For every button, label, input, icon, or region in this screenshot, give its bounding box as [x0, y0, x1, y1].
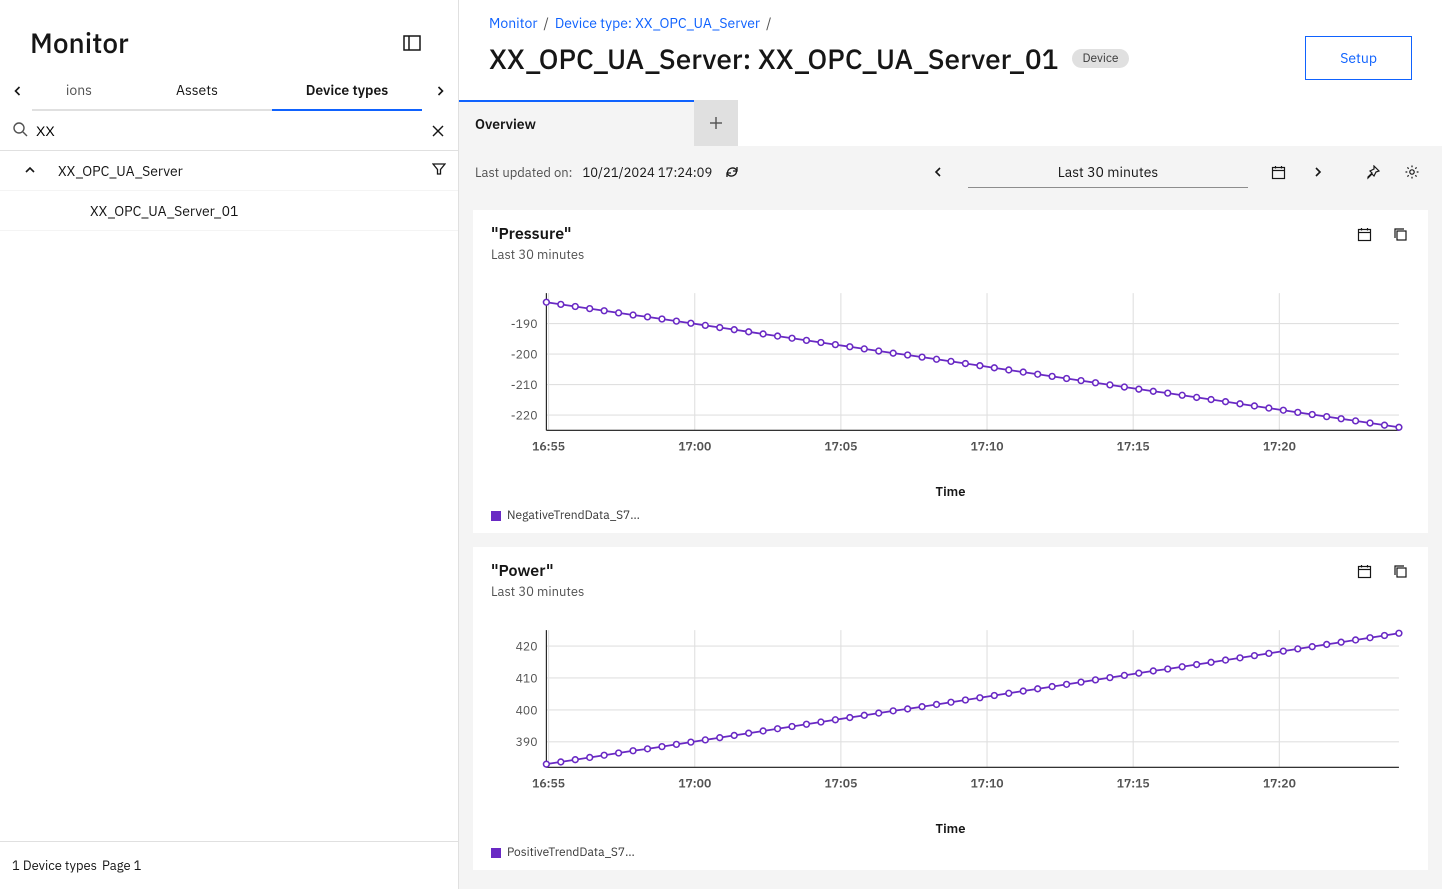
range-next-icon[interactable] [1308, 162, 1328, 182]
toolbar: Last updated on: 10/21/2024 17:24:09 Las… [459, 146, 1442, 198]
tree-child-row[interactable]: XX_OPC_UA_Server_01 [0, 191, 458, 231]
legend-swatch [491, 511, 501, 521]
crumb-device-type[interactable]: Device type: XX_OPC_UA_Server [555, 14, 760, 32]
svg-text:410: 410 [516, 671, 538, 686]
main-content: Monitor / Device type: XX_OPC_UA_Server … [459, 0, 1442, 889]
svg-text:16:55: 16:55 [532, 776, 565, 791]
card-sub-power: Last 30 minutes [491, 583, 584, 600]
svg-text:-210: -210 [511, 378, 538, 393]
content-tab-overview[interactable]: Overview [459, 100, 694, 146]
card-calendar-icon[interactable] [1354, 561, 1374, 581]
legend-label: NegativeTrendData_S7… [507, 508, 640, 523]
legend-label: PositiveTrendData_S7… [507, 845, 635, 860]
svg-text:17:00: 17:00 [678, 776, 711, 791]
card-expand-icon[interactable] [1390, 224, 1410, 244]
pin-icon[interactable] [1362, 162, 1382, 182]
svg-text:17:20: 17:20 [1263, 439, 1296, 454]
tab-partial-previous[interactable]: ions [32, 71, 122, 111]
svg-text:17:00: 17:00 [678, 439, 711, 454]
card-calendar-icon[interactable] [1354, 224, 1374, 244]
search-input[interactable] [28, 123, 428, 139]
setup-button[interactable]: Setup [1305, 36, 1412, 80]
chart-pressure: -190 -200 -210 -220 16:55 17:00 17:05 17:10 17:1… [491, 275, 1410, 475]
footer-count: 1 Device types [12, 858, 102, 874]
svg-text:16:55: 16:55 [532, 439, 565, 454]
card-expand-icon[interactable] [1390, 561, 1410, 581]
page-title: XX_OPC_UA_Server: XX_OPC_UA_Server_01 [489, 40, 1058, 77]
footer-page: Page 1 [102, 857, 141, 874]
chart-xlabel-pressure: Time [491, 483, 1410, 500]
tree-parent-row[interactable]: XX_OPC_UA_Server [0, 151, 458, 191]
svg-text:-190: -190 [511, 317, 538, 332]
tabs-scroll-right[interactable] [426, 71, 454, 111]
search-icon [12, 121, 28, 141]
device-tag: Device [1072, 49, 1128, 68]
svg-text:17:15: 17:15 [1117, 439, 1150, 454]
svg-text:400: 400 [516, 703, 538, 718]
card-title-pressure: "Pressure" [491, 224, 584, 244]
card-title-power: "Power" [491, 561, 584, 581]
tab-assets[interactable]: Assets [122, 71, 272, 111]
tree-child-label: XX_OPC_UA_Server_01 [90, 202, 238, 220]
refresh-icon[interactable] [722, 162, 742, 182]
svg-text:-200: -200 [511, 348, 538, 363]
crumb-sep: / [544, 14, 549, 32]
chart-xlabel-power: Time [491, 820, 1410, 837]
chevron-up-icon [24, 162, 40, 180]
settings-icon[interactable] [1402, 162, 1422, 182]
chart-legend-pressure: NegativeTrendData_S7… [491, 508, 1410, 523]
svg-text:-220: -220 [511, 409, 538, 424]
svg-text:17:10: 17:10 [971, 439, 1004, 454]
range-prev-icon[interactable] [928, 162, 948, 182]
tab-device-types[interactable]: Device types [272, 71, 422, 111]
svg-text:17:05: 17:05 [824, 439, 857, 454]
svg-text:17:05: 17:05 [824, 776, 857, 791]
sidebar-footer: 1 Device types Page 1 [0, 841, 458, 889]
svg-text:390: 390 [516, 735, 538, 750]
add-tab-button[interactable] [694, 100, 738, 146]
svg-text:17:10: 17:10 [971, 776, 1004, 791]
legend-swatch [491, 848, 501, 858]
svg-text:17:20: 17:20 [1263, 776, 1296, 791]
svg-text:17:15: 17:15 [1117, 776, 1150, 791]
card-sub-pressure: Last 30 minutes [491, 246, 584, 263]
calendar-icon[interactable] [1268, 162, 1288, 182]
card-power: "Power" Last 30 minutes 390 400 410 420 16:5… [473, 547, 1428, 870]
sidebar-title: Monitor [30, 24, 129, 61]
breadcrumb: Monitor / Device type: XX_OPC_UA_Server … [459, 0, 1442, 36]
tabs-scroll-left[interactable] [4, 71, 32, 111]
sidebar: Monitor ions Assets Device types [0, 0, 459, 889]
tree-parent-label: XX_OPC_UA_Server [58, 162, 183, 180]
panel-toggle-icon[interactable] [396, 27, 428, 59]
svg-text:420: 420 [516, 639, 538, 654]
chart-power: 390 400 410 420 16:55 17:00 17:05 17:10 17:15 17:… [491, 612, 1410, 812]
range-selector[interactable]: Last 30 minutes [968, 157, 1248, 188]
crumb-sep: / [766, 14, 771, 32]
last-updated-value: 10/21/2024 17:24:09 [582, 164, 712, 181]
last-updated-label: Last updated on: [475, 164, 572, 181]
crumb-monitor[interactable]: Monitor [489, 14, 538, 32]
card-pressure: "Pressure" Last 30 minutes -190-200-210-… [473, 210, 1428, 533]
chart-legend-power: PositiveTrendData_S7… [491, 845, 1410, 860]
clear-search-icon[interactable] [428, 115, 448, 147]
filter-icon[interactable] [432, 162, 446, 180]
